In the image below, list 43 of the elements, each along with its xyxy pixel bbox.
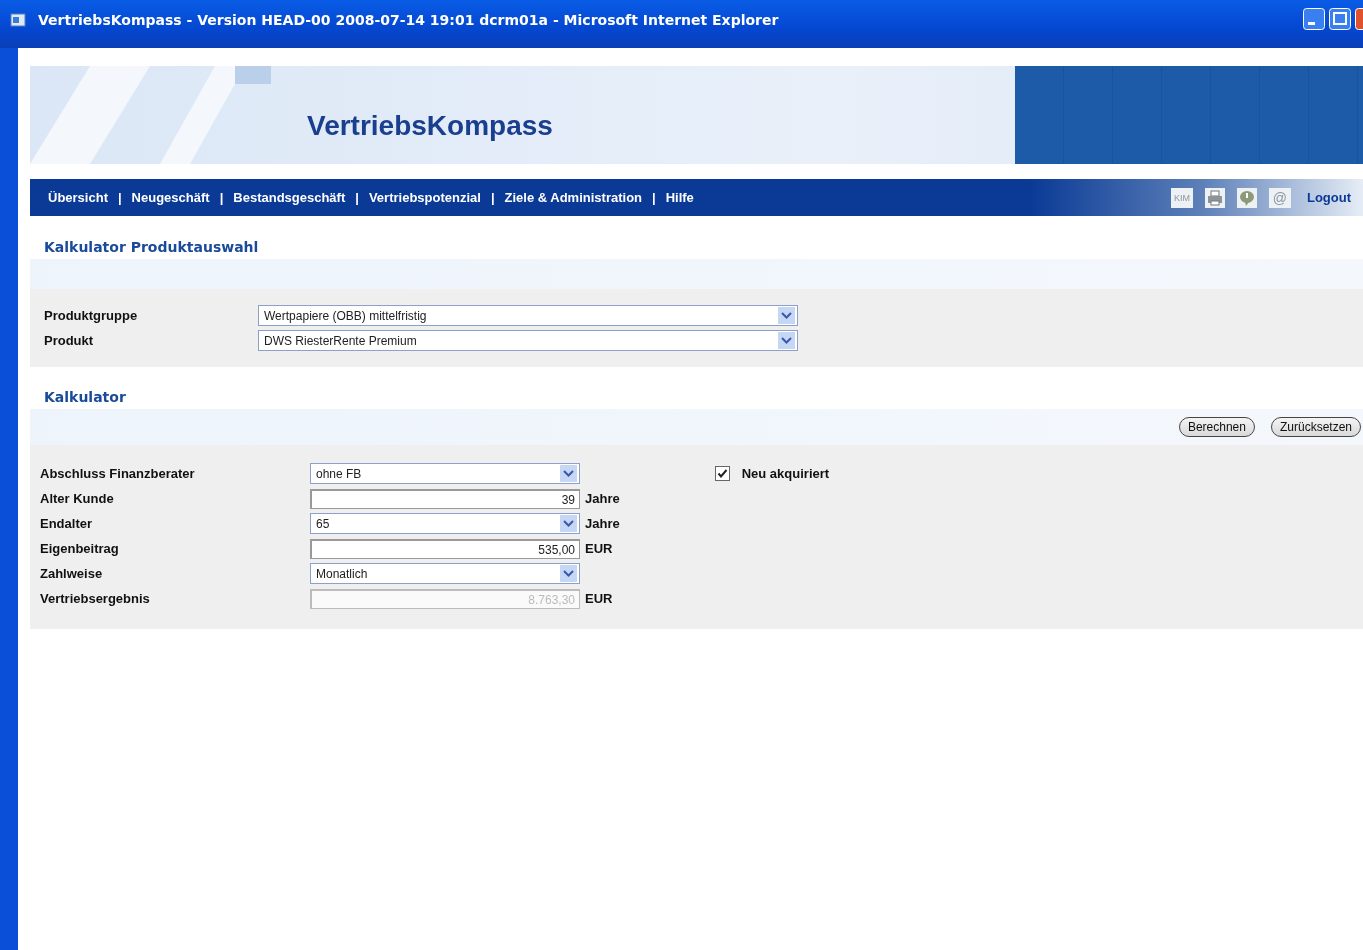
- unit-label: Jahre: [585, 491, 620, 506]
- action-button[interactable]: Berechnen: [1178, 417, 1255, 437]
- maximize-icon[interactable]: [1329, 8, 1351, 30]
- unit-label: EUR: [585, 541, 613, 556]
- window-title: VertriebsKompass - Version HEAD-00 2008-07-14 19:01 dcrm01a - Microsoft Internet Explorer: [38, 12, 780, 28]
- speech-bubble-icon[interactable]: [1236, 187, 1257, 208]
- logout-link[interactable]: Logout: [1306, 190, 1351, 205]
- nav-separator: |: [355, 190, 359, 205]
- nav-link[interactable]: Bestandsgeschäft: [233, 190, 346, 205]
- field-label: Produktgruppe: [44, 308, 139, 323]
- browser-icon: [10, 12, 26, 28]
- checkbox[interactable]: [714, 466, 730, 481]
- unit-label: Jahre: [585, 516, 620, 531]
- nav-separator: |: [117, 190, 122, 205]
- field-label: Endalter: [40, 516, 93, 531]
- input-field[interactable]: 535,00: [310, 538, 580, 559]
- checkbox-label: Neu akquiriert: [741, 466, 830, 481]
- nav-separator: |: [490, 190, 495, 205]
- minimize-icon[interactable]: [1303, 8, 1325, 30]
- dropdown[interactable]: Monatlich: [310, 563, 580, 584]
- app-title: VertriebsKompass: [307, 110, 553, 142]
- field-label: Vertriebsergebnis: [40, 591, 151, 606]
- nav-link[interactable]: Ziele & Administration: [504, 190, 642, 205]
- nav-link[interactable]: Neugeschäft: [131, 190, 210, 205]
- nav-link[interactable]: Übersicht: [48, 190, 108, 205]
- nav-separator: |: [652, 190, 656, 205]
- field-label: Eigenbeitrag: [40, 541, 120, 556]
- dropdown[interactable]: 65: [310, 513, 580, 534]
- field-label: Zahlweise: [40, 566, 104, 581]
- action-button[interactable]: Zurücksetzen: [1270, 417, 1361, 437]
- nav-link[interactable]: Hilfe: [665, 190, 694, 205]
- field-label: Abschluss Finanzberater: [40, 466, 196, 481]
- dropdown[interactable]: ohne FB: [310, 463, 580, 484]
- field-label: Alter Kunde: [40, 491, 115, 506]
- field-label: Produkt: [44, 333, 95, 348]
- close-icon[interactable]: [1355, 8, 1363, 30]
- unit-label: EUR: [585, 591, 613, 606]
- nav-separator: |: [219, 190, 224, 205]
- input-field[interactable]: 39: [310, 488, 580, 509]
- dropdown[interactable]: Wertpapiere (OBB) mittelfristig: [258, 305, 798, 326]
- dropdown[interactable]: DWS RiesterRente Premium: [258, 330, 798, 351]
- printer-icon[interactable]: [1204, 187, 1225, 208]
- nav-link[interactable]: Vertriebspotenzial: [368, 190, 481, 205]
